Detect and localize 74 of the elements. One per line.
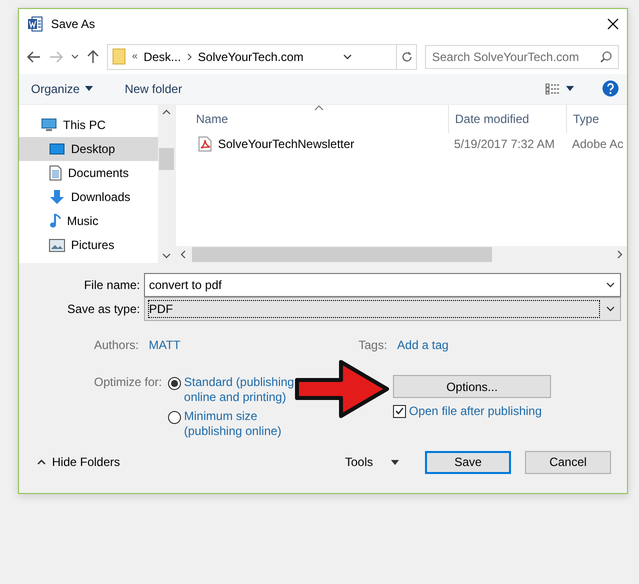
sort-caret-icon <box>314 105 324 112</box>
breadcrumb[interactable]: Desk... <box>144 50 181 64</box>
chevron-up-icon <box>37 459 46 465</box>
column-header[interactable]: Type <box>566 105 627 134</box>
search-icon <box>600 50 612 63</box>
column-header[interactable]: Name <box>192 105 448 134</box>
authors-link[interactable]: MATT <box>148 338 180 352</box>
radio-button[interactable] <box>168 411 182 424</box>
details-view-icon <box>545 82 561 95</box>
recent-dropdown-button[interactable] <box>71 54 79 60</box>
field-label: Tags: <box>358 338 388 352</box>
scroll-left-icon[interactable] <box>180 250 186 259</box>
up-button[interactable] <box>87 50 99 64</box>
nav-item[interactable]: Desktop <box>19 137 158 162</box>
field-label: Save as type: <box>66 302 140 316</box>
address-bar[interactable]: « Desk... SolveYourTech.com <box>107 44 417 70</box>
column-header[interactable]: Date modified <box>448 105 566 134</box>
down-arrow-icon <box>49 189 65 206</box>
scroll-thumb[interactable] <box>159 148 174 170</box>
cancel-button[interactable]: Cancel <box>525 450 611 474</box>
nav-item[interactable]: Music <box>19 209 158 234</box>
window-title: Save As <box>51 17 96 32</box>
nav-item[interactable]: Downloads <box>19 185 158 210</box>
type-cell-text: Adobe Ac <box>571 137 624 152</box>
file-name-cell[interactable]: SolveYourTechNewsletter <box>192 136 448 152</box>
help-icon[interactable] <box>602 80 619 98</box>
save-button[interactable]: Save <box>425 450 511 474</box>
breadcrumb[interactable]: SolveYourTech.com <box>198 50 304 64</box>
scroll-up-icon[interactable] <box>162 109 171 116</box>
checkbox-label[interactable]: Open file after publishing <box>409 404 542 418</box>
hide-folders-button[interactable]: Hide Folders <box>31 454 126 470</box>
nav-item[interactable]: Documents <box>19 161 158 186</box>
date-cell-text: 5/19/2017 7:32 AM <box>453 137 556 152</box>
caret-icon <box>343 54 352 60</box>
image-icon <box>49 238 65 252</box>
field-label: Optimize for: <box>94 375 162 391</box>
options-button[interactable]: Options... <box>393 375 551 398</box>
overflow-chevron[interactable]: « <box>132 51 138 62</box>
monitor-icon <box>49 143 65 156</box>
field-label: File name: <box>82 278 140 292</box>
add-tag-link[interactable]: Add a tag <box>397 338 449 352</box>
pdf-file-icon <box>198 136 212 152</box>
field-label: Authors: <box>94 338 139 352</box>
scroll-right-icon[interactable] <box>617 250 623 259</box>
checkbox[interactable] <box>393 404 406 418</box>
word-app-icon <box>27 16 43 32</box>
scroll-down-icon[interactable] <box>162 252 171 259</box>
back-button[interactable] <box>27 50 41 63</box>
radio-label[interactable]: Minimum size (publishing online) <box>184 409 296 439</box>
caret-icon <box>606 306 615 312</box>
search-field[interactable]: Search SolveYourTech.com <box>425 44 619 69</box>
document-icon <box>49 165 62 182</box>
caret-icon <box>566 86 574 92</box>
radio-label[interactable]: Standard (publishing online and printing) <box>184 375 296 405</box>
close-icon[interactable] <box>607 18 619 30</box>
computer-icon <box>41 118 57 132</box>
scroll-thumb[interactable] <box>192 247 492 262</box>
nav-item[interactable]: Pictures <box>19 233 158 258</box>
tools-button[interactable]: Tools <box>338 454 405 470</box>
vertical-scrollbar[interactable] <box>158 105 175 263</box>
chevron-icon <box>186 52 192 61</box>
nav-item[interactable]: This PC <box>19 113 158 138</box>
folder-icon <box>112 48 126 66</box>
save-type-dropdown[interactable]: PDF <box>144 297 621 321</box>
caret-icon <box>391 460 399 464</box>
refresh-icon <box>400 50 412 63</box>
file-name-field[interactable]: convert to pdf <box>144 273 621 297</box>
caret-icon <box>606 282 615 288</box>
caret-icon <box>84 86 93 92</box>
horizontal-scrollbar[interactable] <box>176 246 627 263</box>
music-note-icon <box>49 213 61 230</box>
new-folder-button[interactable]: New folder <box>120 80 186 98</box>
radio-button[interactable] <box>168 377 182 390</box>
organize-button[interactable]: Organize <box>27 80 97 98</box>
